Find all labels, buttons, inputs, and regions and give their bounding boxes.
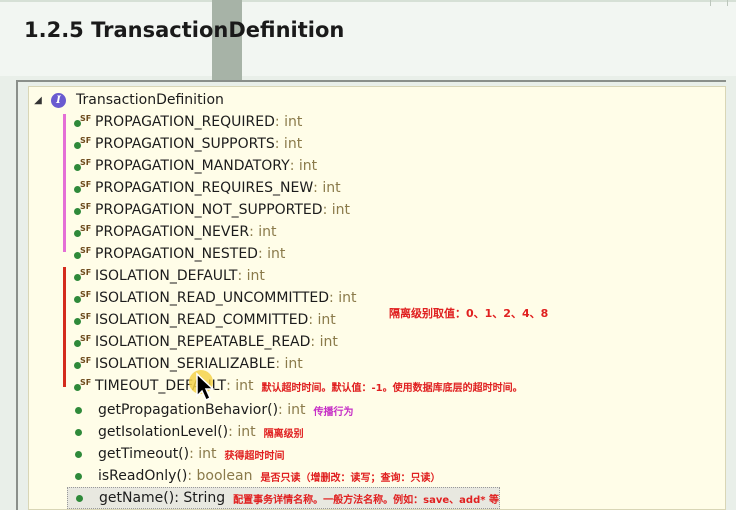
method-return-type: : int <box>189 446 217 462</box>
isolation-group-bracket <box>63 267 66 387</box>
static-final-field-icon: SF <box>73 158 91 173</box>
tree-item-field[interactable]: SF TIMEOUT_DEFAULT : int 默认超时时间。默认值：-1。使… <box>73 375 523 397</box>
field-type: : int <box>308 312 336 328</box>
method-return-type: : String <box>174 490 226 506</box>
tree-item-field[interactable]: SF PROPAGATION_SUPPORTS : int <box>73 133 302 155</box>
field-name: PROPAGATION_SUPPORTS <box>95 136 275 152</box>
tree-item-field[interactable]: SF PROPAGATION_NOT_SUPPORTED : int <box>73 199 350 221</box>
static-final-field-icon: SF <box>73 290 91 305</box>
field-name: PROPAGATION_MANDATORY <box>95 158 290 174</box>
field-type: : int <box>313 180 341 196</box>
static-final-field-icon: SF <box>73 114 91 129</box>
field-type: : int <box>275 356 303 372</box>
tree-item-field[interactable]: SF PROPAGATION_NEVER : int <box>73 221 276 243</box>
propagation-group-bracket <box>63 114 66 252</box>
method-name: getIsolationLevel() <box>98 424 229 440</box>
tree-root[interactable]: ◢ I TransactionDefinition <box>29 89 224 111</box>
static-final-field-icon: SF <box>73 224 91 239</box>
annotation-note: 隔离级别 <box>263 428 304 440</box>
annotation-note: 是否只读（增删改：读写；查询：只读） <box>260 472 441 484</box>
annotation-note: 获得超时时间 <box>224 450 285 462</box>
annotation-note: 默认超时时间。默认值：-1。使用数据库底层的超时时间。 <box>261 382 523 394</box>
interface-icon: I <box>51 92 66 108</box>
field-type: : int <box>274 114 303 130</box>
frame-top-border <box>16 80 726 82</box>
field-type: : int <box>249 224 277 240</box>
field-type: : int <box>322 202 350 218</box>
method-return-type: : int <box>228 424 256 440</box>
frame-left-border <box>16 80 18 510</box>
field-name: ISOLATION_READ_UNCOMMITTED <box>95 290 330 306</box>
field-type: : int <box>257 246 286 262</box>
field-name: PROPAGATION_REQUIRES_NEW <box>95 180 314 196</box>
static-final-field-icon: SF <box>73 356 91 371</box>
field-type: : int <box>310 334 338 350</box>
static-final-field-icon: SF <box>73 180 91 195</box>
tree-item-field[interactable]: SF PROPAGATION_MANDATORY : int <box>73 155 317 177</box>
tree-item-field[interactable]: SF ISOLATION_READ_COMMITTED : int <box>73 309 336 331</box>
annotation-note: 配置事务详情名称。一般方法名称。例如：save、add* 等 <box>233 494 499 506</box>
outline-view: ◢ I TransactionDefinition SF PROPAGATION… <box>28 86 726 510</box>
root-label: TransactionDefinition <box>76 92 224 108</box>
expand-triangle-icon[interactable]: ◢ <box>31 95 45 106</box>
method-return-type: : int <box>278 402 306 418</box>
public-method-icon <box>76 494 83 502</box>
static-final-field-icon: SF <box>73 268 91 283</box>
tree-item-field[interactable]: SF ISOLATION_DEFAULT : int <box>73 265 265 287</box>
method-name: getTimeout() <box>98 446 190 462</box>
static-final-field-icon: SF <box>73 334 91 349</box>
field-type: : int <box>329 290 357 306</box>
tree-item-method[interactable]: isReadOnly() : boolean 是否只读（增删改：读写；查询：只读… <box>73 465 441 487</box>
tree-item-method-selected[interactable]: getName() : String 配置事务详情名称。一般方法名称。例如：sa… <box>67 487 500 509</box>
static-final-field-icon: SF <box>73 136 91 151</box>
field-name: PROPAGATION_NESTED <box>95 246 258 262</box>
static-final-field-icon: SF <box>73 378 91 393</box>
field-type: : int <box>274 136 303 152</box>
tree-item-method[interactable]: getIsolationLevel() : int 隔离级别 <box>73 421 304 443</box>
tree-item-field[interactable]: SF ISOLATION_READ_UNCOMMITTED : int <box>73 287 356 309</box>
field-name: ISOLATION_DEFAULT <box>95 268 238 284</box>
tree-item-field[interactable]: SF PROPAGATION_REQUIRES_NEW : int <box>73 177 341 199</box>
method-return-type: : boolean <box>187 468 253 484</box>
static-final-field-icon: SF <box>73 312 91 327</box>
decorative-corner <box>710 0 728 6</box>
field-type: : int <box>237 268 265 284</box>
tree-item-method[interactable]: getTimeout() : int 获得超时时间 <box>73 443 285 465</box>
mouse-pointer-icon <box>189 370 215 402</box>
field-name: ISOLATION_READ_COMMITTED <box>95 312 309 328</box>
field-type: : int <box>226 378 254 394</box>
field-name: PROPAGATION_NEVER <box>95 224 250 240</box>
field-name: ISOLATION_SERIALIZABLE <box>95 356 276 372</box>
isolation-values-note: 隔离级别取值：0、1、2、4、8 <box>389 307 549 320</box>
field-type: : int <box>289 158 318 174</box>
field-name: ISOLATION_REPEATABLE_READ <box>95 334 311 350</box>
field-name: PROPAGATION_REQUIRED <box>95 114 275 130</box>
field-name: PROPAGATION_NOT_SUPPORTED <box>95 202 323 218</box>
public-method-icon <box>75 472 82 480</box>
slide-title: 1.2.5 TransactionDefinition <box>24 18 345 42</box>
static-final-field-icon: SF <box>73 202 91 217</box>
method-name: getName() <box>99 490 175 506</box>
tree-item-field[interactable]: SF ISOLATION_REPEATABLE_READ : int <box>73 331 338 353</box>
tree-item-field[interactable]: SF PROPAGATION_NESTED : int <box>73 243 285 265</box>
tree-item-field[interactable]: SF PROPAGATION_REQUIRED : int <box>73 111 302 133</box>
static-final-field-icon: SF <box>73 246 91 261</box>
public-method-icon <box>75 450 82 458</box>
public-method-icon <box>75 406 82 414</box>
public-method-icon <box>75 428 82 436</box>
method-name: isReadOnly() <box>98 468 188 484</box>
annotation-note: 传播行为 <box>313 406 354 418</box>
tree-item-field[interactable]: SF ISOLATION_SERIALIZABLE : int <box>73 353 303 375</box>
